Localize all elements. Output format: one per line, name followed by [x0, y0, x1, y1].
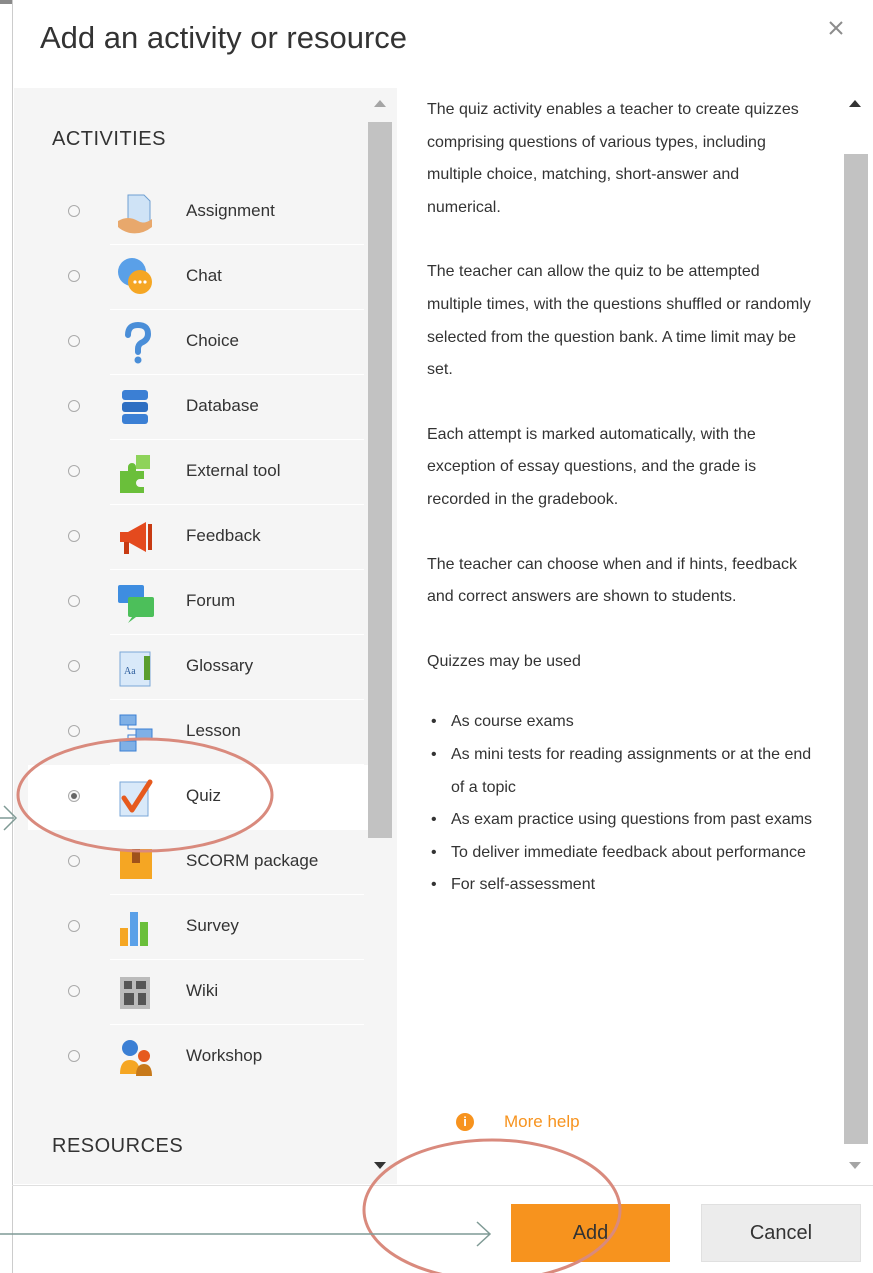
wiki-icon [120, 977, 150, 1009]
description-panel: The quiz activity enables a teacher to c… [400, 88, 836, 1184]
list-item-label: SCORM package [186, 851, 319, 870]
radio-forum[interactable] [68, 595, 80, 607]
radio-scorm[interactable] [68, 855, 80, 867]
scroll-up-arrow-icon[interactable] [849, 100, 861, 107]
chat-icon [118, 258, 152, 294]
list-item-chat[interactable]: Chat [28, 245, 376, 310]
radio-workshop[interactable] [68, 1050, 80, 1062]
description-paragraph: The quiz activity enables a teacher to c… [427, 101, 799, 216]
description-paragraph: Each attempt is marked automatically, wi… [427, 425, 757, 508]
uses-list: As course exams As mini tests for readin… [427, 706, 817, 902]
list-item-choice[interactable]: Choice [28, 310, 376, 375]
scroll-down-arrow-icon[interactable] [374, 1162, 386, 1169]
scrollbar-thumb[interactable] [368, 122, 392, 838]
description-scrollbar[interactable] [842, 92, 868, 1182]
glossary-icon: Aa [119, 651, 151, 687]
list-item-lesson[interactable]: Lesson [28, 700, 376, 765]
radio-quiz[interactable] [68, 790, 80, 802]
assignment-icon [118, 194, 152, 234]
radio-lesson[interactable] [68, 725, 80, 737]
quiz-icon [119, 779, 153, 817]
radio-choice[interactable] [68, 335, 80, 347]
list-scrollbar[interactable] [368, 92, 392, 1182]
list-item: As mini tests for reading assignments or… [427, 739, 817, 804]
radio-chat[interactable] [68, 270, 80, 282]
scroll-down-arrow-icon[interactable] [849, 1162, 861, 1169]
list-item-feedback[interactable]: Feedback [28, 505, 376, 570]
external-tool-icon [120, 455, 150, 493]
cancel-button[interactable]: Cancel [701, 1204, 861, 1262]
list-item: To deliver immediate feedback about perf… [427, 837, 817, 870]
list-item: As exam practice using questions from pa… [427, 804, 817, 837]
megaphone-icon [120, 522, 152, 554]
list-item: As course exams [427, 706, 817, 739]
list-item-external-tool[interactable]: External tool [28, 440, 376, 505]
forum-icon [118, 585, 154, 623]
list-item-workshop[interactable]: Workshop [28, 1025, 376, 1090]
footer-divider [12, 1185, 873, 1186]
activities-header: ACTIVITIES [52, 128, 166, 150]
list-item-label: Choice [186, 331, 239, 350]
radio-glossary[interactable] [68, 660, 80, 672]
close-icon [829, 21, 843, 35]
radio-feedback[interactable] [68, 530, 80, 542]
list-item-label: Wiki [186, 981, 219, 1000]
list-item-label: Workshop [186, 1046, 263, 1065]
list-item-label: Assignment [186, 201, 275, 220]
list-item-label: Chat [186, 266, 222, 285]
list-item-glossary[interactable]: Aa Glossary [28, 635, 376, 700]
workshop-icon [120, 1040, 152, 1076]
radio-external-tool[interactable] [68, 465, 80, 477]
list-item-scorm[interactable]: SCORM package [28, 830, 376, 895]
scrollbar-thumb[interactable] [844, 154, 868, 1144]
list-item-label: Lesson [186, 721, 241, 740]
list-item-label: Database [186, 396, 259, 415]
quiz-description: The quiz activity enables a teacher to c… [427, 94, 817, 902]
more-help-label: More help [504, 1112, 580, 1131]
dialog-title: Add an activity or resource [40, 20, 408, 55]
list-item-database[interactable]: Database [28, 375, 376, 440]
svg-text:Aa: Aa [124, 666, 136, 677]
survey-icon [120, 912, 148, 946]
database-icon [122, 390, 148, 424]
module-chooser-list: ACTIVITIES Assignment Chat Choice Databa… [14, 88, 397, 1184]
scroll-up-arrow-icon[interactable] [374, 100, 386, 107]
list-item-label: Survey [186, 916, 239, 935]
list-item-label: Feedback [186, 526, 261, 545]
list-item-label: Quiz [186, 786, 221, 805]
choice-icon [125, 321, 152, 364]
info-icon: i [456, 1113, 474, 1131]
list-item-forum[interactable]: Forum [28, 570, 376, 635]
description-paragraph: Quizzes may be used [427, 652, 581, 670]
lesson-icon [119, 714, 153, 752]
package-icon [120, 849, 152, 879]
radio-survey[interactable] [68, 920, 80, 932]
list-item-assignment[interactable]: Assignment [28, 180, 376, 245]
resources-header: RESOURCES [52, 1135, 184, 1157]
list-item-survey[interactable]: Survey [28, 895, 376, 960]
list-item-label: Forum [186, 591, 236, 610]
radio-assignment[interactable] [68, 205, 80, 217]
radio-database[interactable] [68, 400, 80, 412]
list-item: For self-assessment [427, 869, 817, 902]
description-paragraph: The teacher can allow the quiz to be att… [427, 263, 811, 379]
close-button[interactable] [826, 14, 846, 45]
list-item-label: External tool [186, 461, 281, 480]
add-button[interactable]: Add [511, 1204, 670, 1262]
more-help-link[interactable]: i More help [456, 1112, 580, 1132]
list-item-quiz[interactable]: Quiz [28, 765, 376, 830]
description-paragraph: The teacher can choose when and if hints… [427, 555, 798, 606]
radio-wiki[interactable] [68, 985, 80, 997]
list-item-label: Glossary [186, 656, 254, 675]
list-item-wiki[interactable]: Wiki [28, 960, 376, 1025]
